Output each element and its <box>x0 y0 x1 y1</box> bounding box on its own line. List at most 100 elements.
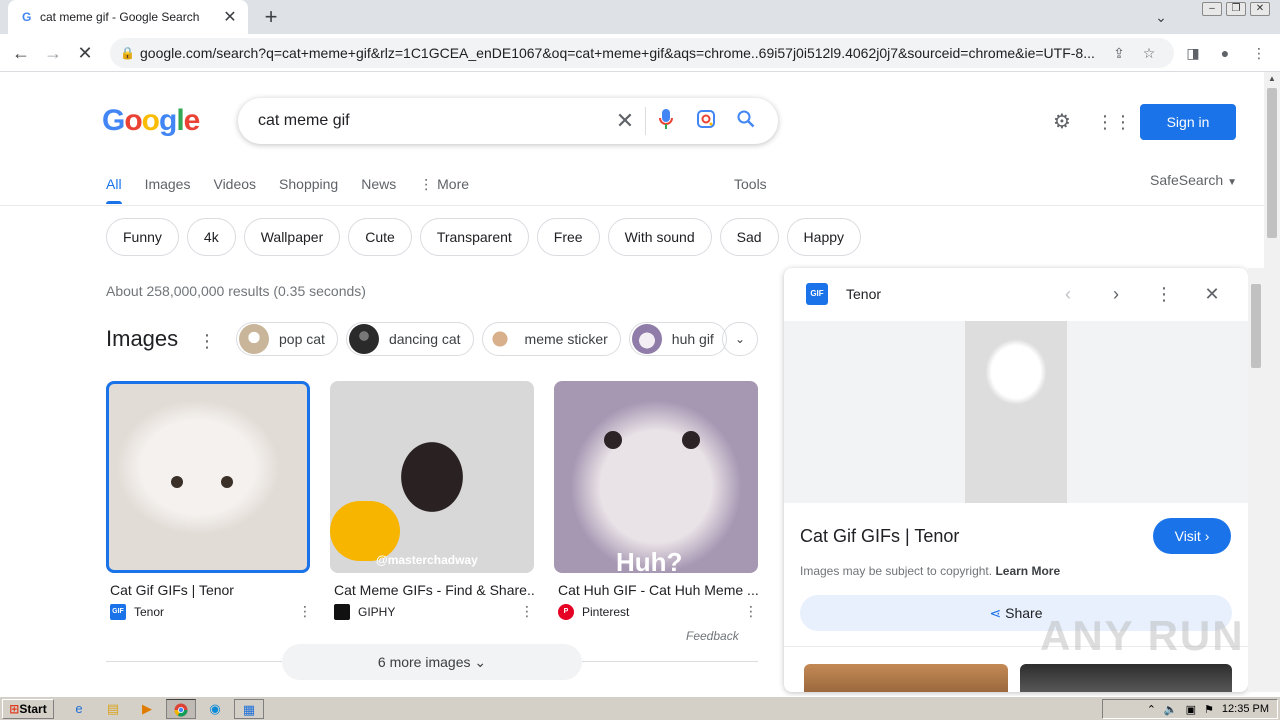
cat-image-thumbnail[interactable]: Huh? <box>554 381 758 573</box>
image-result-source[interactable]: GIF Tenor ⋮ <box>106 603 312 620</box>
settings-gear-icon[interactable]: ⚙ <box>1050 110 1074 134</box>
share-page-icon[interactable]: ⇪ <box>1104 45 1134 62</box>
image-result[interactable]: Huh? Cat Huh GIF - Cat Huh Meme ... P Pi… <box>554 381 758 620</box>
clear-search-icon[interactable]: ✕ <box>605 108 645 134</box>
tab-images[interactable]: Images <box>145 166 191 204</box>
chip-happy[interactable]: Happy <box>786 218 862 256</box>
panel-scrollbar-thumb[interactable] <box>1251 284 1261 368</box>
chevron-down-icon: ⌄ <box>474 654 487 670</box>
close-panel-icon[interactable]: ✕ <box>1200 282 1224 306</box>
more-related-chevron-icon[interactable]: ⌄ <box>722 322 758 356</box>
more-options-icon[interactable]: ⋮ <box>520 603 534 620</box>
chip-cute[interactable]: Cute <box>348 218 412 256</box>
flag-icon[interactable]: ⚑ <box>1204 703 1214 716</box>
google-logo[interactable]: Google <box>102 104 200 138</box>
chip-with-sound[interactable]: With sound <box>607 218 712 256</box>
restore-button[interactable]: ❐ <box>1226 2 1246 16</box>
microphone-icon[interactable] <box>646 108 686 135</box>
learn-more-link[interactable]: Learn More <box>995 564 1060 578</box>
next-image-chevron-icon[interactable]: › <box>1104 282 1128 306</box>
more-images-button[interactable]: 6 more images ⌄ <box>282 644 582 680</box>
panel-source-name[interactable]: Tenor <box>846 286 881 302</box>
related-chip-pop-cat[interactable]: pop cat <box>236 322 338 356</box>
close-window-button[interactable]: ✕ <box>1250 2 1270 16</box>
media-player-icon[interactable]: ▶ <box>136 699 158 719</box>
page-scrollbar[interactable]: ▲ <box>1264 72 1280 692</box>
related-chip-meme-sticker[interactable]: meme sticker <box>481 322 621 356</box>
logo-letter: G <box>102 104 125 137</box>
google-lens-icon[interactable] <box>686 109 726 134</box>
tools-button[interactable]: Tools <box>734 176 767 192</box>
image-result-title[interactable]: Cat Meme GIFs - Find & Share... <box>330 582 534 598</box>
chrome-menu-icon[interactable]: ⋮ <box>1248 42 1270 64</box>
sign-in-button[interactable]: Sign in <box>1140 104 1236 140</box>
clock[interactable]: 12:35 PM <box>1222 703 1269 715</box>
back-button[interactable]: ← <box>8 40 34 66</box>
related-image-thumbnail[interactable] <box>1020 664 1232 692</box>
tab-shopping[interactable]: Shopping <box>279 166 338 204</box>
chip-free[interactable]: Free <box>536 218 600 256</box>
image-result[interactable]: Cat Gif GIFs | Tenor GIF Tenor ⋮ <box>106 381 312 620</box>
start-button[interactable]: ⊞Start <box>2 699 54 719</box>
tray-expand-icon[interactable]: ⌃ <box>1147 703 1156 716</box>
stop-loading-button[interactable]: ✕ <box>72 40 98 66</box>
cat-eye <box>682 431 700 449</box>
images-options-icon[interactable]: ⋮ <box>198 331 216 352</box>
previous-image-chevron-icon[interactable]: ‹ <box>1056 282 1080 306</box>
cat-gif-preview-image[interactable] <box>965 321 1067 503</box>
chip-wallpaper[interactable]: Wallpaper <box>243 218 341 256</box>
tab-search-chevron-icon[interactable]: ⌄ <box>1150 6 1172 28</box>
internet-explorer-icon[interactable]: e <box>68 699 90 719</box>
cat-image-thumbnail[interactable] <box>106 381 310 573</box>
search-box[interactable]: cat meme gif ✕ <box>238 98 778 144</box>
image-result-title[interactable]: Cat Huh GIF - Cat Huh Meme ... <box>554 582 758 598</box>
tab-news[interactable]: News <box>361 166 396 204</box>
search-input[interactable]: cat meme gif <box>258 112 605 130</box>
chip-funny[interactable]: Funny <box>106 218 179 256</box>
image-result-source[interactable]: P Pinterest ⋮ <box>554 603 758 620</box>
new-tab-button[interactable]: + <box>258 4 284 30</box>
bookmark-star-icon[interactable]: ☆ <box>1134 45 1164 62</box>
visit-button[interactable]: Visit › <box>1153 518 1231 554</box>
close-tab-icon[interactable]: ✕ <box>222 7 238 27</box>
chip-4k[interactable]: 4k <box>186 218 236 256</box>
more-options-icon[interactable]: ⋮ <box>298 603 312 620</box>
scrollbar-thumb[interactable] <box>1267 88 1277 238</box>
volume-icon[interactable]: 🔈 <box>1164 703 1178 716</box>
lock-icon[interactable]: 🔒 <box>120 46 140 60</box>
tab-videos[interactable]: Videos <box>213 166 256 204</box>
refinement-chips: Funny 4k Wallpaper Cute Transparent Free… <box>106 218 862 256</box>
side-panel-icon[interactable]: ◨ <box>1182 42 1204 64</box>
tab-all[interactable]: All <box>106 166 122 204</box>
tab-more[interactable]: ⋮ More <box>419 166 469 204</box>
feedback-link[interactable]: Feedback <box>686 629 739 643</box>
cat-image-thumbnail[interactable]: @masterchadway <box>330 381 534 573</box>
related-chip-dancing-cat[interactable]: dancing cat <box>345 322 474 356</box>
related-chip-huh-gif[interactable]: huh gif <box>628 322 727 356</box>
image-result-title[interactable]: Cat Gif GIFs | Tenor <box>106 582 310 598</box>
more-options-icon[interactable]: ⋮ <box>1152 282 1176 306</box>
network-icon[interactable]: ▣ <box>1186 703 1196 716</box>
minimize-button[interactable]: – <box>1202 2 1222 16</box>
related-image-thumbnail[interactable] <box>804 664 1008 692</box>
chrome-taskbar-icon[interactable] <box>166 699 196 719</box>
profile-avatar-icon[interactable]: ● <box>1214 42 1236 64</box>
app-window-icon[interactable]: ▦ <box>234 699 264 719</box>
chip-sad[interactable]: Sad <box>719 218 779 256</box>
image-result[interactable]: @masterchadway Cat Meme GIFs - Find & Sh… <box>330 381 534 620</box>
browser-tab[interactable]: G cat meme gif - Google Search ✕ <box>8 0 248 34</box>
more-options-icon[interactable]: ⋮ <box>744 603 758 620</box>
file-explorer-icon[interactable]: ▤ <box>102 699 124 719</box>
scroll-up-arrow-icon[interactable]: ▲ <box>1264 74 1280 88</box>
edge-icon[interactable]: ◉ <box>204 699 226 719</box>
panel-title[interactable]: Cat Gif GIFs | Tenor <box>800 526 959 547</box>
address-bar[interactable]: 🔒 google.com/search?q=cat+meme+gif&rlz=1… <box>110 38 1174 68</box>
chip-transparent[interactable]: Transparent <box>419 218 529 256</box>
google-apps-grid-icon[interactable]: ⋮⋮⋮ <box>1096 110 1150 134</box>
image-result-source[interactable]: GIPHY ⋮ <box>330 603 534 620</box>
panel-scrollbar[interactable] <box>1248 268 1264 692</box>
url-text[interactable]: google.com/search?q=cat+meme+gif&rlz=1C1… <box>140 45 1104 61</box>
safesearch-menu[interactable]: SafeSearch ▼ <box>1150 172 1237 188</box>
search-icon[interactable] <box>726 110 766 133</box>
forward-button[interactable]: → <box>40 40 66 66</box>
